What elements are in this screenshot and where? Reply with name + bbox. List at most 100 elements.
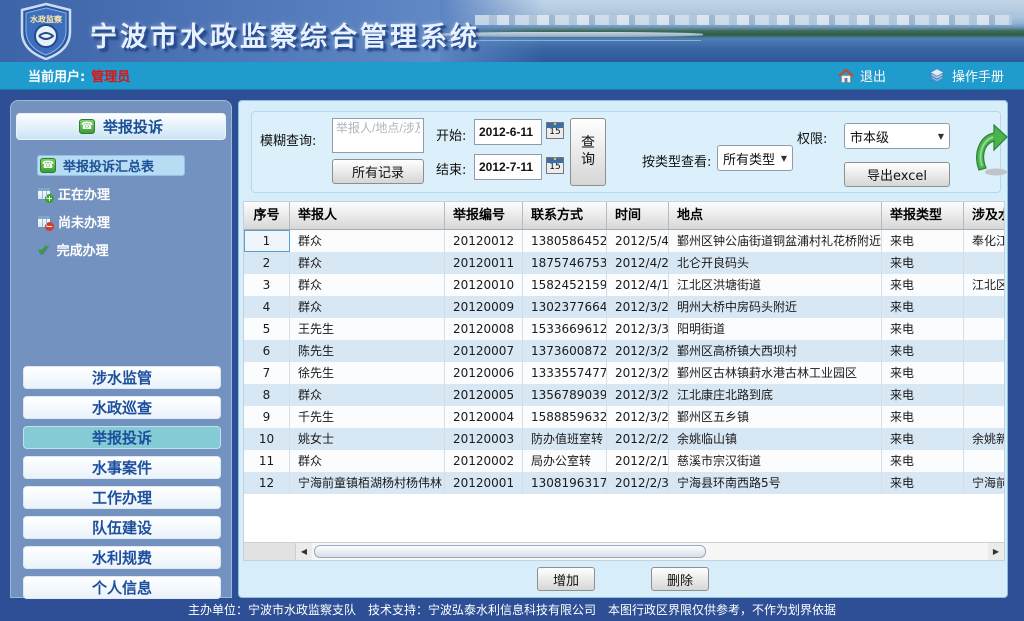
table-row[interactable]: 5王先生20120008153366961212012/3/31阳明街道来电 — [244, 318, 1005, 340]
table-row[interactable]: 11群众20120002局办公室转2012/2/10慈溪市宗汉街道来电 — [244, 450, 1005, 472]
query-button-label: 查询 — [581, 135, 596, 169]
sidebar-section-header[interactable]: ☎ 举报投诉 — [16, 113, 226, 140]
column-header-3[interactable]: 联系方式 — [523, 202, 607, 229]
current-user-label: 当前用户: — [28, 66, 85, 85]
sidebar-nav-button-7[interactable]: 个人信息 — [23, 576, 221, 599]
end-calendar-icon[interactable]: 15 — [546, 157, 564, 174]
logout-button[interactable]: 退出 — [838, 66, 886, 85]
table-cell: 来电 — [882, 472, 964, 494]
sidebar-nav-button-1[interactable]: 水政巡查 — [23, 396, 221, 419]
table-add-icon: + — [37, 187, 51, 200]
table-row[interactable]: 8群众20120005135678903902012/3/26江北康庄北路到底来… — [244, 384, 1005, 406]
table-cell: 宁海前童镇栢湖杨村杨伟林 — [290, 472, 445, 494]
column-header-7[interactable]: 涉及水域 — [964, 202, 1005, 229]
table-cell — [964, 296, 1005, 318]
table-cell: 宁海前溪 — [964, 472, 1005, 494]
type-dropdown[interactable]: 所有类型 ▼ — [717, 145, 793, 171]
table-row[interactable]: 10姚女士20120003防办值班室转2012/2/23余姚临山镇来电余姚新菴 — [244, 428, 1005, 450]
start-date-input[interactable] — [474, 119, 542, 145]
table-cell: 20120009 — [445, 296, 523, 318]
table-cell: 20120010 — [445, 274, 523, 296]
column-header-6[interactable]: 举报类型 — [882, 202, 964, 229]
permission-dropdown[interactable]: 市本级 ▼ — [844, 123, 950, 149]
table-cell: 北仑开良码头 — [669, 252, 882, 274]
fuzzy-search-input[interactable] — [332, 118, 424, 153]
app-title: 宁波市水政监察综合管理系统 — [90, 15, 480, 54]
table-cell: 来电 — [882, 428, 964, 450]
table-cell: 2012/2/23 — [607, 428, 669, 450]
table-row[interactable]: 12宁海前童镇栢湖杨村杨伟林20120001130819631762012/2/… — [244, 472, 1005, 494]
start-calendar-icon[interactable]: 15 — [546, 122, 564, 139]
table-row[interactable]: 6陈先生20120007137360087292012/3/29鄞州区高桥镇大西… — [244, 340, 1005, 362]
delete-button[interactable]: 删除 — [651, 567, 709, 591]
menu-item-label: 举报投诉汇总表 — [63, 156, 154, 175]
horizontal-scrollbar: ◀ ▶ — [244, 542, 1004, 559]
table-cell: 13023776649 — [523, 296, 607, 318]
table-cell: 来电 — [882, 252, 964, 274]
table-cell: 2012/4/23 — [607, 252, 669, 274]
table-row[interactable]: 4群众20120009130237766492012/3/29明州大桥中房码头附… — [244, 296, 1005, 318]
sidebar-nav-button-4[interactable]: 工作办理 — [23, 486, 221, 509]
chevron-down-icon: ▼ — [938, 132, 944, 141]
column-header-5[interactable]: 地点 — [669, 202, 882, 229]
table-cell: 12 — [244, 472, 290, 494]
table-row[interactable]: 2群众20120011187574675372012/4/23北仑开良码头来电 — [244, 252, 1005, 274]
refresh-icon[interactable] — [972, 124, 1008, 180]
all-records-button[interactable]: 所有记录 — [332, 159, 424, 184]
table-cell: 13335574778 — [523, 362, 607, 384]
current-user-value: 管理员 — [91, 66, 130, 85]
table-cell: 阳明街道 — [669, 318, 882, 340]
table-row[interactable]: 7徐先生20120006133355747782012/3/29鄞州区古林镇葑水… — [244, 362, 1005, 384]
export-excel-button[interactable]: 导出excel — [844, 162, 950, 187]
menu-item-label: 完成办理 — [57, 240, 109, 259]
start-date-label: 开始: — [436, 125, 466, 144]
table-row[interactable]: 3群众20120010158245215972012/4/17江北区洪塘街道来电… — [244, 274, 1005, 296]
table-cell: 鄞州区古林镇葑水港古林工业园区 — [669, 362, 882, 384]
sidebar-nav-button-0[interactable]: 涉水监管 — [23, 366, 221, 389]
table-cell: 来电 — [882, 318, 964, 340]
table-cell: 20120003 — [445, 428, 523, 450]
column-header-2[interactable]: 举报编号 — [445, 202, 523, 229]
grid-header-row: 序号举报人举报编号联系方式时间地点举报类型涉及水域 — [244, 202, 1005, 230]
table-cell — [964, 362, 1005, 384]
scrollbar-thumb[interactable] — [314, 545, 706, 558]
table-cell: 3 — [244, 274, 290, 296]
table-cell: 王先生 — [290, 318, 445, 340]
sidebar-menu: ☎ 举报投诉汇总表 + 正在办理 − 尚未办理 ✔ 完成办理 — [37, 155, 227, 267]
column-header-4[interactable]: 时间 — [607, 202, 669, 229]
logout-label: 退出 — [860, 66, 886, 85]
table-cell: 13736008729 — [523, 340, 607, 362]
scroll-left-arrow-icon[interactable]: ◀ — [296, 543, 312, 560]
sidebar-nav-button-6[interactable]: 水利规费 — [23, 546, 221, 569]
sidebar-item-not-handled[interactable]: − 尚未办理 — [37, 211, 227, 232]
column-header-0[interactable]: 序号 — [244, 202, 290, 229]
table-cell: 2012/5/4 — [607, 230, 669, 252]
table-cell: 宁海县环南西路5号 — [669, 472, 882, 494]
column-header-1[interactable]: 举报人 — [290, 202, 445, 229]
table-cell: 鄞州区高桥镇大西坝村 — [669, 340, 882, 362]
query-button[interactable]: 查询 — [570, 118, 606, 186]
sidebar-nav-button-5[interactable]: 队伍建设 — [23, 516, 221, 539]
sidebar-item-report-summary[interactable]: ☎ 举报投诉汇总表 — [37, 155, 185, 176]
table-cell: 群众 — [290, 384, 445, 406]
table-row[interactable]: 1群众20120012138058645282012/5/4鄞州区钟公庙街道铜盆… — [244, 230, 1005, 252]
sidebar-nav-button-2[interactable]: 举报投诉 — [23, 426, 221, 449]
scrollbar-track[interactable] — [312, 543, 988, 560]
end-date-input[interactable] — [474, 154, 542, 180]
add-button[interactable]: 增加 — [537, 567, 595, 591]
manual-button[interactable]: 操作手册 — [928, 66, 1004, 85]
table-cell — [964, 252, 1005, 274]
table-cell: 来电 — [882, 274, 964, 296]
table-cell: 2012/3/26 — [607, 384, 669, 406]
table-cell: 千先生 — [290, 406, 445, 428]
sidebar-item-in-progress[interactable]: + 正在办理 — [37, 183, 227, 204]
table-cell: 群众 — [290, 296, 445, 318]
sidebar-nav-button-3[interactable]: 水事案件 — [23, 456, 221, 479]
phone-icon: ☎ — [40, 158, 56, 173]
scroll-right-arrow-icon[interactable]: ▶ — [988, 543, 1004, 560]
table-cell: 20120001 — [445, 472, 523, 494]
permission-label: 权限: — [797, 128, 827, 147]
sidebar-item-completed[interactable]: ✔ 完成办理 — [37, 239, 227, 260]
table-row[interactable]: 9千先生20120004158885963252012/3/23鄞州区五乡镇来电 — [244, 406, 1005, 428]
table-cell — [964, 450, 1005, 472]
